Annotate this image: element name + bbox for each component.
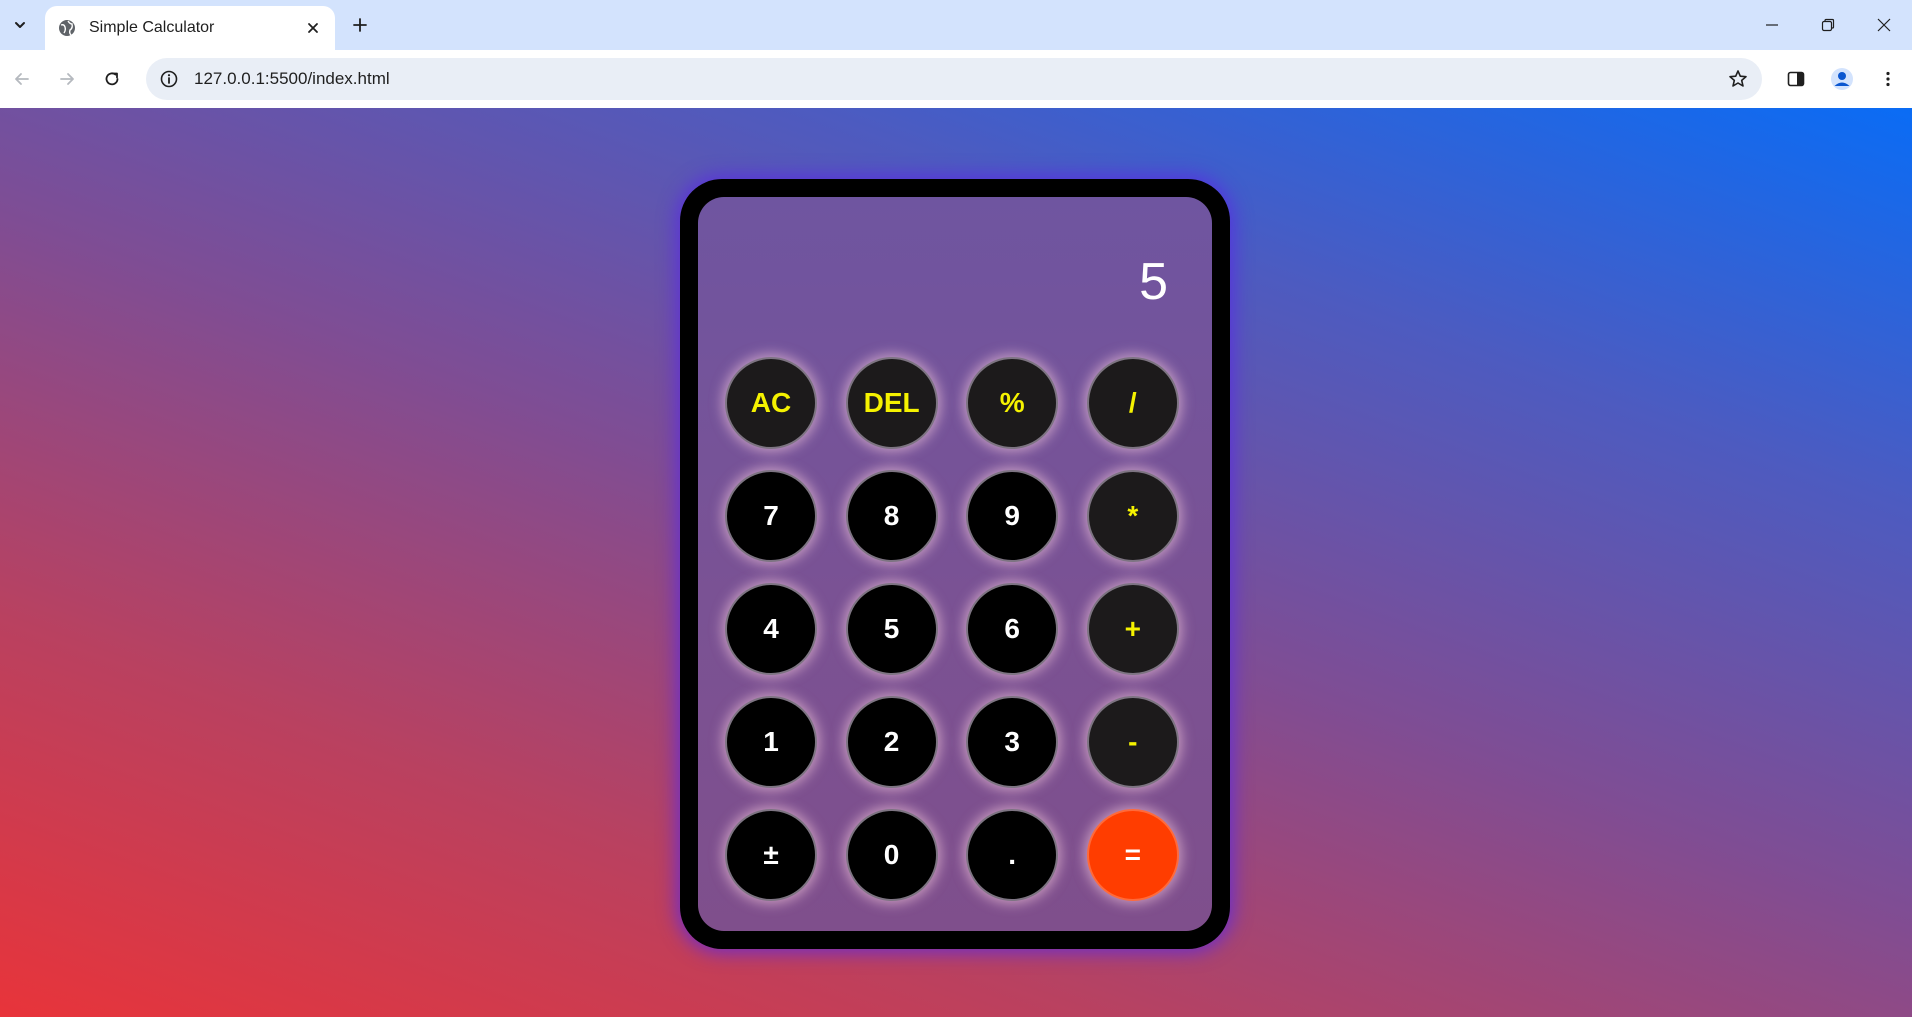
multiply-button[interactable]: * <box>1086 470 1179 562</box>
arrow-right-icon <box>60 73 74 85</box>
digit-3-button[interactable]: 3 <box>966 696 1059 788</box>
del-button[interactable]: DEL <box>845 357 938 449</box>
divide-button[interactable]: / <box>1086 357 1179 449</box>
digit-0-button[interactable]: 0 <box>845 809 938 901</box>
menu-button[interactable] <box>1870 61 1906 97</box>
profile-button[interactable] <box>1824 61 1860 97</box>
plus-icon <box>353 18 367 32</box>
browser-toolbar: 127.0.0.1:5500/index.html <box>0 50 1912 108</box>
side-panel-icon <box>1787 71 1805 87</box>
ac-button[interactable]: AC <box>725 357 817 449</box>
minimize-icon <box>1766 24 1778 26</box>
close-icon <box>1877 18 1891 32</box>
reload-icon <box>105 72 119 86</box>
page-background: 5 AC DEL%/7 8 9 * 4 5 6 +1 2 3- ±0. = <box>0 108 1912 1017</box>
keypad: AC DEL% / 7 8 9 * 4 5 6 +1 2 3- ±0. = <box>725 357 1185 901</box>
digit-9-button[interactable]: 9 <box>966 470 1059 562</box>
new-tab-button[interactable] <box>344 9 376 41</box>
side-panel-button[interactable] <box>1778 61 1814 97</box>
url-text: 127.0.0.1:5500/index.html <box>194 69 390 88</box>
arrow-left-icon <box>15 73 29 85</box>
close-window-button[interactable] <box>1856 0 1912 50</box>
chevron-down-icon <box>15 22 25 28</box>
digit-6-button[interactable]: 6 <box>966 583 1059 675</box>
back-button[interactable] <box>4 61 40 97</box>
restore-button[interactable] <box>1800 0 1856 50</box>
forward-button[interactable] <box>49 61 85 97</box>
minimize-button[interactable] <box>1744 0 1800 50</box>
equals-button[interactable]: = <box>1086 809 1179 901</box>
digit-8-button[interactable]: 8 <box>845 470 938 562</box>
site-info-icon[interactable] <box>154 64 184 94</box>
decimal-button[interactable]: . <box>966 809 1059 901</box>
digit-4-button[interactable]: 4 <box>725 583 817 675</box>
tab-strip: Simple Calculator <box>0 0 1912 50</box>
tab-search-button[interactable] <box>4 9 36 41</box>
restore-icon <box>1821 18 1835 32</box>
calculator-body: 5 AC DEL%/7 8 9 * 4 5 6 +1 2 3- ±0. = <box>698 197 1212 931</box>
digit-2-button[interactable]: 2 <box>845 696 938 788</box>
active-tab[interactable]: Simple Calculator <box>45 6 335 50</box>
calculator-frame: 5 AC DEL%/7 8 9 * 4 5 6 +1 2 3- ±0. = <box>680 179 1230 949</box>
bookmark-star-icon[interactable] <box>1722 63 1754 95</box>
percent-button[interactable]: % <box>966 357 1059 449</box>
calculator-display: 5 <box>1139 253 1168 311</box>
digit-5-button[interactable]: 5 <box>845 583 938 675</box>
tab-close-icon[interactable] <box>301 16 325 40</box>
globe-icon <box>57 18 77 38</box>
plus-minus-button[interactable]: ± <box>725 809 817 901</box>
more-vert-icon <box>1886 71 1890 87</box>
digit-7-button[interactable]: 7 <box>725 470 817 562</box>
tab-title: Simple Calculator <box>89 19 215 36</box>
avatar-icon <box>1831 68 1853 90</box>
subtract-button[interactable]: - <box>1086 696 1179 788</box>
address-bar[interactable]: 127.0.0.1:5500/index.html <box>146 58 1762 100</box>
reload-button[interactable] <box>94 61 130 97</box>
digit-1-button[interactable]: 1 <box>725 696 817 788</box>
add-button[interactable]: + <box>1086 583 1179 675</box>
